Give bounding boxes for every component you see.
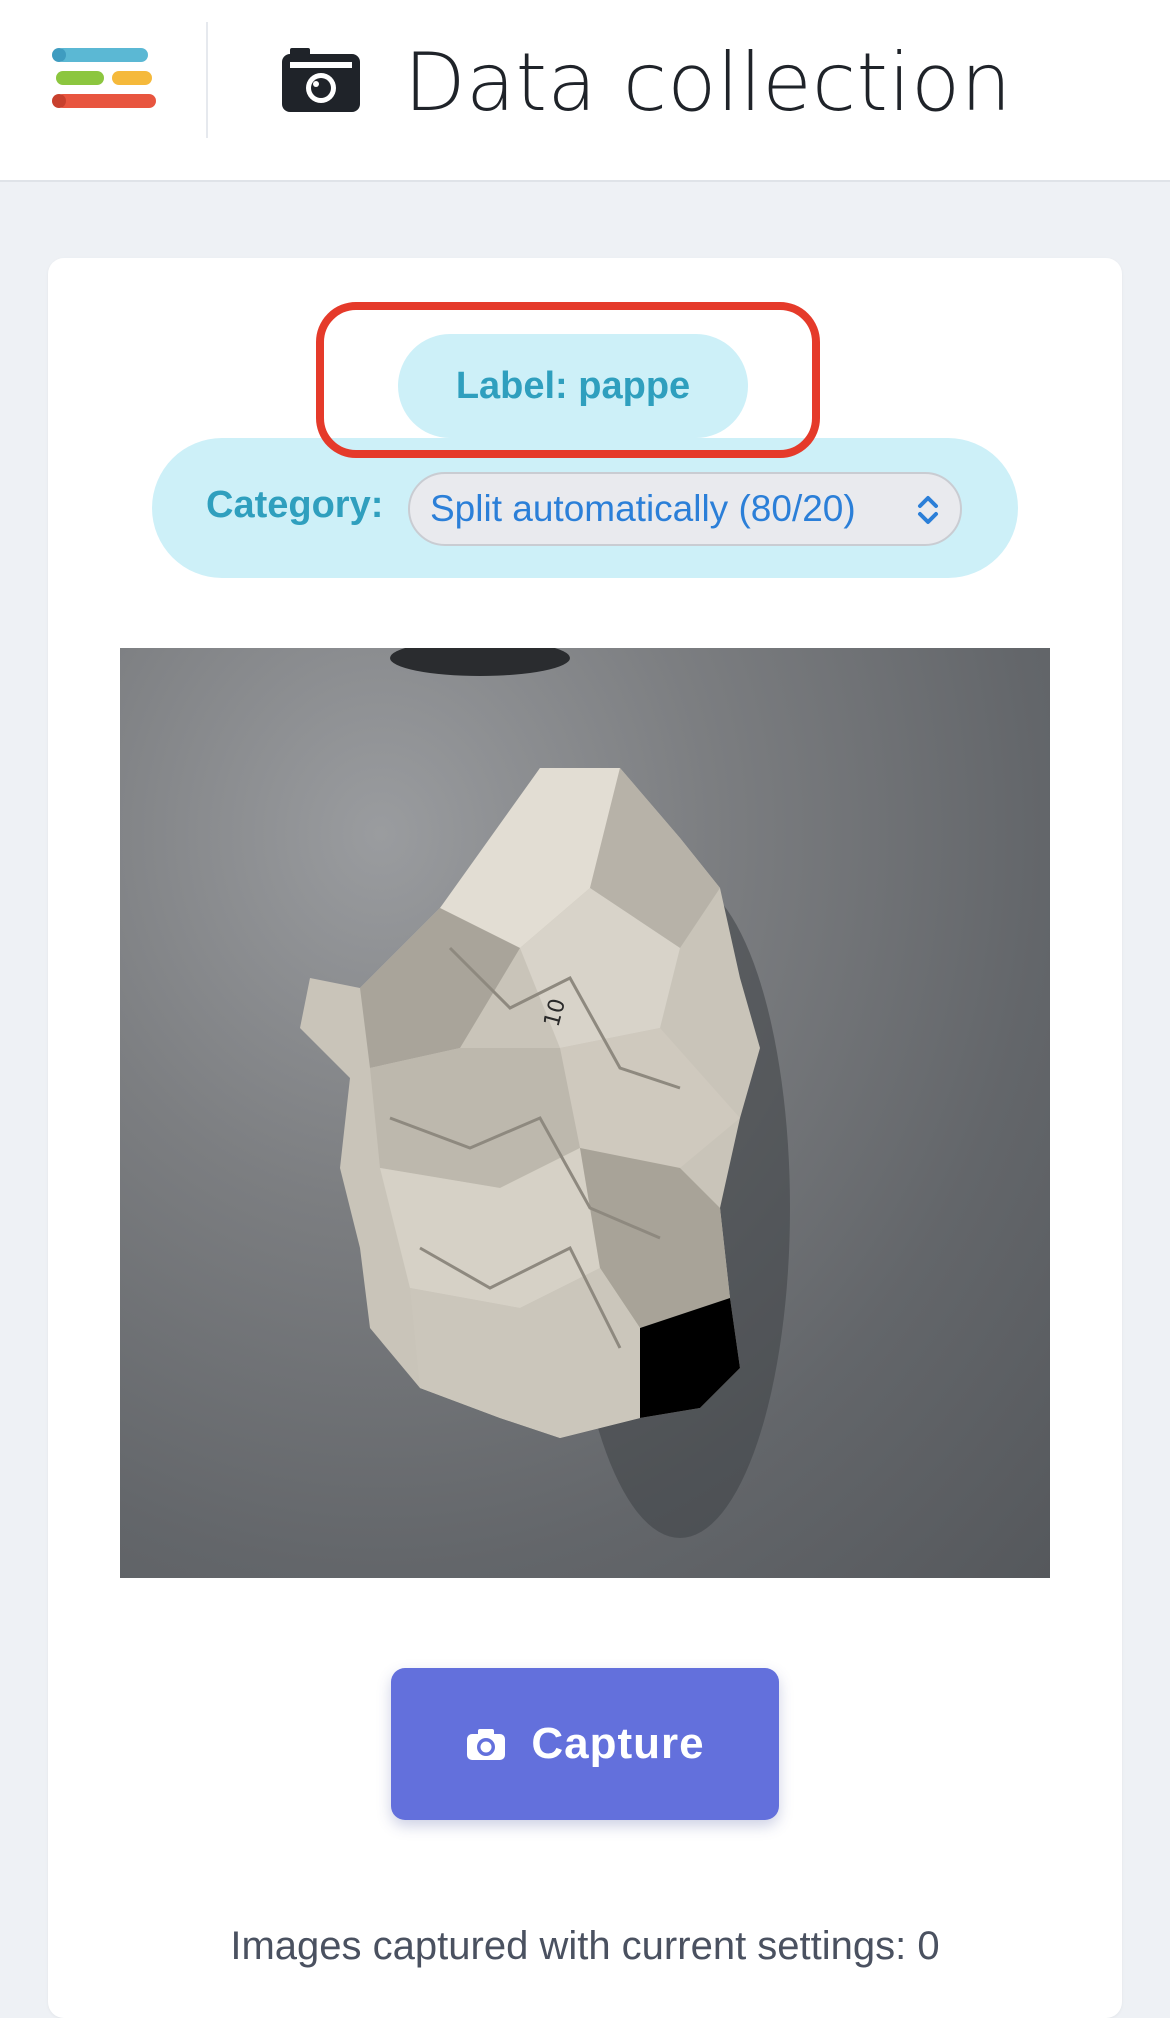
crumpled-paper-image: 10 (300, 648, 790, 1538)
camera-icon (467, 1729, 506, 1760)
camera-icon (282, 48, 360, 112)
label-text: Label: pappe (455, 364, 691, 407)
category-label: Category: (206, 484, 384, 526)
label-badge[interactable]: Label: pappe (398, 334, 748, 438)
camera-preview: 10 (120, 648, 1050, 1578)
capture-count-status: Images captured with current settings: 0 (230, 1924, 940, 1968)
page-title: Data collection (404, 36, 1012, 129)
hamburger-menu-icon[interactable] (52, 44, 156, 116)
category-select[interactable]: Split automatically (80/20) (408, 472, 962, 546)
chevron-up-down-icon (918, 496, 938, 524)
capture-button[interactable]: Capture (391, 1668, 779, 1820)
top-bar: Data collection (0, 0, 1170, 182)
header-divider (206, 22, 208, 138)
category-select-value: Split automatically (80/20) (430, 488, 856, 529)
capture-button-label: Capture (531, 1719, 705, 1768)
